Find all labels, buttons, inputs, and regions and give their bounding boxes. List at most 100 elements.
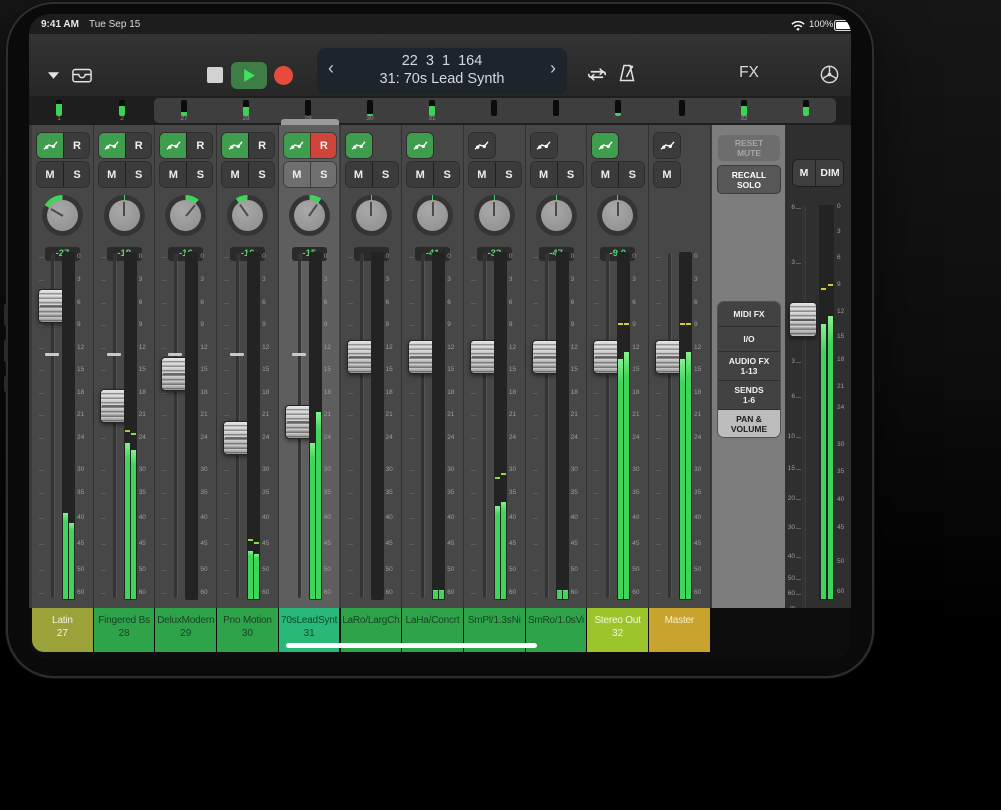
solo-button[interactable]: S <box>557 162 583 187</box>
pan-knob[interactable] <box>597 195 638 236</box>
mixer-scrollbar[interactable] <box>286 643 537 648</box>
record-enable-button[interactable]: R <box>310 133 336 158</box>
mute-button[interactable]: M <box>222 162 248 187</box>
master-mute-button[interactable]: M <box>793 160 815 186</box>
automation-button[interactable] <box>99 133 125 158</box>
solo-button[interactable]: S <box>433 162 459 187</box>
track-label-pno-motion[interactable]: Pno Motion30 <box>217 608 278 652</box>
master-fader-handle[interactable] <box>789 302 817 337</box>
pan-knob[interactable] <box>104 195 145 236</box>
mute-button[interactable]: M <box>346 162 372 187</box>
solo-button[interactable]: S <box>125 162 151 187</box>
fader-scale-label: 18 <box>77 389 93 397</box>
cycle-icon[interactable] <box>585 64 609 84</box>
record-enable-button[interactable]: R <box>186 133 212 158</box>
pan-knob[interactable] <box>227 195 268 236</box>
pan-knob-pointer <box>432 202 434 216</box>
fader-scale-label: 18 <box>571 389 587 397</box>
tray-icon[interactable] <box>71 63 93 85</box>
fader-scale-label: 0 <box>571 253 587 261</box>
automation-button[interactable] <box>654 133 680 158</box>
fader-scale-label: 3 <box>139 276 155 284</box>
automation-button[interactable] <box>592 133 618 158</box>
mute-button[interactable]: M <box>654 162 680 187</box>
mute-button[interactable]: M <box>284 162 310 187</box>
metronome-icon[interactable] <box>617 62 637 84</box>
settings-icon[interactable] <box>817 62 841 86</box>
pan-knob[interactable] <box>412 195 453 236</box>
fader-scale-tick <box>409 493 414 494</box>
mute-solo-group: MS <box>284 162 336 187</box>
pan-knob[interactable] <box>165 195 206 236</box>
solo-button[interactable]: S <box>63 162 89 187</box>
solo-button[interactable]: S <box>186 162 212 187</box>
track-label-fingered-bs[interactable]: Fingered Bs28 <box>94 608 155 652</box>
mute-button[interactable]: M <box>99 162 125 187</box>
view-button-pan-volume[interactable]: PAN & VOLUME <box>718 409 780 437</box>
master-fader-scale-tick <box>796 437 801 438</box>
master-dim-button[interactable]: DIM <box>815 160 843 186</box>
pan-knob[interactable] <box>351 195 392 236</box>
automation-button[interactable] <box>346 133 372 158</box>
fader-track <box>483 253 486 598</box>
track-label-deluxmodern[interactable]: DeluxModern29 <box>155 608 216 652</box>
meter-bar-left <box>63 513 68 600</box>
fader-scale-tick <box>224 348 229 349</box>
automation-button[interactable] <box>284 133 310 158</box>
mute-button[interactable]: M <box>37 162 63 187</box>
view-button-i-o[interactable]: I/O <box>718 326 780 351</box>
level-meter <box>617 252 630 600</box>
view-button-midi-fx[interactable]: MIDI FX <box>718 302 780 326</box>
channel-strip-9: MS-4703691215182124303540455060 <box>526 125 588 608</box>
solo-button[interactable]: S <box>248 162 274 187</box>
solo-button[interactable]: S <box>310 162 336 187</box>
lcd-position: 22 3 1 164 <box>317 53 567 69</box>
lcd-display[interactable]: ‹ 22 3 1 164 31: 70s Lead Synth › <box>317 48 567 94</box>
fader-scale-label: 21 <box>386 411 402 419</box>
recall-solo-button[interactable]: RECALL SOLO <box>717 165 781 194</box>
automation-button[interactable] <box>531 133 557 158</box>
fx-button[interactable]: FX <box>734 64 764 82</box>
next-section-button[interactable]: › <box>543 58 563 79</box>
mute-button[interactable]: M <box>531 162 557 187</box>
automation-button[interactable] <box>407 133 433 158</box>
solo-button[interactable]: S <box>495 162 521 187</box>
pan-knob[interactable] <box>536 195 577 236</box>
track-overview-strip[interactable]: 12272829303132 <box>29 96 851 125</box>
track-label-stereo-out[interactable]: Stereo Out32 <box>587 608 648 652</box>
fader-scale-label: 45 <box>262 540 278 548</box>
record-button[interactable] <box>274 66 293 85</box>
level-meter <box>371 252 384 600</box>
mute-button[interactable]: M <box>469 162 495 187</box>
mute-button[interactable]: M <box>160 162 186 187</box>
track-label-latin[interactable]: Latin27 <box>32 608 93 652</box>
track-label-master[interactable]: Master <box>649 608 710 652</box>
automation-button[interactable] <box>37 133 63 158</box>
solo-button[interactable]: S <box>372 162 398 187</box>
view-button-sends-1-6[interactable]: SENDS 1-6 <box>718 380 780 409</box>
mute-button[interactable]: M <box>592 162 618 187</box>
play-button[interactable] <box>231 62 267 89</box>
pan-knob-pointer <box>617 202 619 216</box>
pan-knob[interactable] <box>289 195 330 236</box>
record-enable-button[interactable]: R <box>248 133 274 158</box>
master-mute-dim-group: MDIM <box>793 160 843 186</box>
pan-knob[interactable] <box>474 195 515 236</box>
pan-knob[interactable] <box>42 195 83 236</box>
automation-button[interactable] <box>160 133 186 158</box>
meter-bar-left <box>618 359 623 599</box>
record-enable-button[interactable]: R <box>63 133 89 158</box>
automation-button[interactable] <box>469 133 495 158</box>
chevron-down-icon[interactable] <box>45 67 61 83</box>
mute-button[interactable]: M <box>407 162 433 187</box>
view-button-audio-fx-1-13[interactable]: AUDIO FX 1-13 <box>718 351 780 380</box>
master-fader-scale-tick <box>796 499 801 500</box>
mute-solo-group: MS <box>346 162 398 187</box>
automation-button[interactable] <box>222 133 248 158</box>
solo-button[interactable]: S <box>618 162 644 187</box>
fader-scale-label: 0 <box>386 253 402 261</box>
stop-button[interactable] <box>207 67 223 83</box>
meter-peak-right <box>686 323 691 325</box>
reset-mute-button[interactable]: RESET MUTE <box>718 135 780 161</box>
record-enable-button[interactable]: R <box>125 133 151 158</box>
